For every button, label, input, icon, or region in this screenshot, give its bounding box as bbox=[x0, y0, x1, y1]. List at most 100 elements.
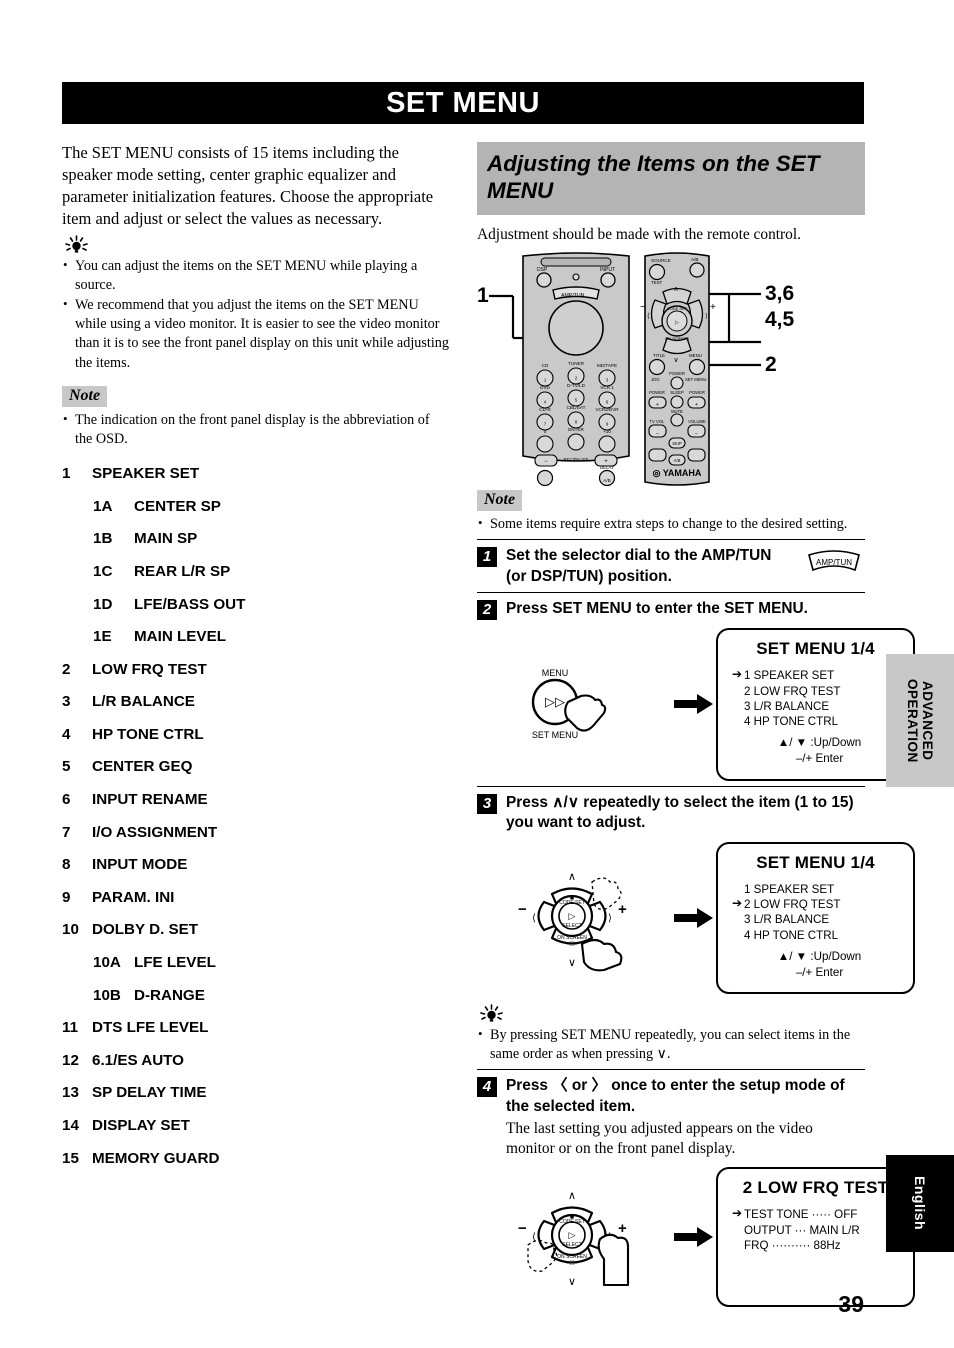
osd-line-text: 2 LOW FRQ TEST bbox=[744, 684, 841, 698]
side-tab-label: English bbox=[912, 1176, 928, 1231]
svg-text:SOURCE: SOURCE bbox=[651, 258, 671, 263]
osd-line: ➔ 2 LOW FRQ TEST bbox=[732, 896, 907, 912]
menu-item-label: MAIN LEVEL bbox=[134, 628, 226, 646]
menu-item-row: 10B D-RANGE bbox=[62, 987, 450, 1004]
svg-text:⟩: ⟩ bbox=[608, 913, 612, 924]
svg-text:A/B: A/B bbox=[674, 458, 681, 463]
svg-text:∧: ∧ bbox=[567, 871, 575, 883]
svg-text:REC/PAUSE: REC/PAUSE bbox=[563, 457, 588, 462]
menu-item-label: MAIN SP bbox=[134, 530, 198, 548]
svg-text:∨: ∨ bbox=[567, 1276, 575, 1288]
menu-item-number: 6 bbox=[62, 791, 71, 809]
svg-text:+: + bbox=[695, 402, 698, 408]
osd-cursor-arrow-icon: ➔ bbox=[732, 1206, 743, 1221]
svg-text:AMP/TUN: AMP/TUN bbox=[561, 293, 585, 299]
menu-item-row: 13 SP DELAY TIME bbox=[62, 1084, 450, 1101]
osd-line-text: 1 SPEAKER SET bbox=[744, 882, 835, 896]
flow-arrow-icon bbox=[672, 907, 716, 929]
menu-item-label: LOW FRQ TEST bbox=[92, 660, 207, 678]
osd-line-text: 1 SPEAKER SET bbox=[744, 669, 835, 683]
svg-text:⟩: ⟩ bbox=[705, 312, 708, 320]
menu-item-label: I/O ASSIGNMENT bbox=[92, 823, 218, 841]
step-divider bbox=[477, 1069, 865, 1071]
svg-text:SELECT: SELECT bbox=[562, 1242, 581, 1248]
svg-text:DSP: DSP bbox=[537, 267, 548, 273]
svg-text:■: ■ bbox=[569, 895, 573, 902]
amp-tun-dial-icon: AMP/TUN bbox=[803, 546, 865, 576]
step-text: Press ∧/∨ repeatedly to select the item … bbox=[506, 793, 854, 832]
osd-line: 4 HP TONE CTRL bbox=[744, 714, 907, 729]
menu-item-number: 13 bbox=[62, 1084, 79, 1102]
tip-item: You can adjust the items on the SET MENU… bbox=[62, 256, 450, 295]
svg-text:CD-R: CD-R bbox=[539, 407, 551, 412]
menu-item-label: MEMORY GUARD bbox=[92, 1149, 220, 1167]
osd-cursor-arrow-icon: ➔ bbox=[732, 667, 743, 682]
svg-text:POWER: POWER bbox=[649, 390, 665, 395]
svg-text:MD/TAPE: MD/TAPE bbox=[597, 363, 617, 368]
menu-item-number: 7 bbox=[62, 823, 71, 841]
svg-text:+: + bbox=[710, 302, 716, 313]
svg-text:D-TV/LD: D-TV/LD bbox=[567, 383, 586, 388]
osd-footer-line-2: –/+ Enter bbox=[795, 965, 844, 979]
svg-text:DELAY: DELAY bbox=[600, 465, 614, 470]
menu-item-label: DTS LFE LEVEL bbox=[92, 1019, 209, 1037]
menu-item-row: 1C REAR L/R SP bbox=[62, 563, 450, 580]
svg-text:−: − bbox=[640, 302, 646, 313]
svg-text:SET MENU: SET MENU bbox=[685, 377, 707, 382]
menu-item-number: 1B bbox=[93, 530, 113, 548]
lightbulb-icon bbox=[479, 1004, 505, 1024]
osd-line: 2 LOW FRQ TEST bbox=[744, 684, 907, 699]
set-menu-item-list: 1 SPEAKER SET 1A CENTER SP 1B MAIN SP 1C REA… bbox=[62, 465, 450, 1166]
menu-item-number: 9 bbox=[62, 888, 71, 906]
menu-item-label: REAR L/R SP bbox=[134, 562, 231, 580]
svg-text:∧: ∧ bbox=[673, 286, 678, 293]
page-title-bar: SET MENU bbox=[62, 82, 864, 124]
cursor-pad-graphic-right: ▷ SELECT CODE SET ON SCREEN ■ □ ∧ ∨ ⟨ ⟩ … bbox=[477, 1183, 672, 1291]
remote-callout-2: 2 bbox=[765, 353, 777, 377]
svg-text:DVD: DVD bbox=[540, 385, 550, 390]
osd-line: 1 SPEAKER SET bbox=[744, 882, 907, 897]
button-top-label: MENU bbox=[541, 668, 568, 678]
menu-item-number: 10 bbox=[62, 921, 79, 939]
menu-item-number: 14 bbox=[62, 1117, 79, 1134]
menu-item-label: LFE LEVEL bbox=[134, 954, 216, 972]
svg-text:INPUT: INPUT bbox=[600, 267, 615, 273]
osd-line-text: 3 L/R BALANCE bbox=[744, 699, 830, 713]
svg-text:−: − bbox=[544, 459, 548, 465]
side-tab-advanced-operation: ADVANCED OPERATION bbox=[886, 654, 954, 787]
svg-text:MUTE: MUTE bbox=[671, 409, 683, 414]
menu-item-number: 5 bbox=[62, 758, 71, 776]
menu-item-label: DOLBY D. SET bbox=[92, 921, 199, 939]
osd-line-text: 2 LOW FRQ TEST bbox=[744, 897, 841, 911]
menu-item-row: 1A CENTER SP bbox=[62, 498, 450, 515]
menu-item-label: L/R BALANCE bbox=[92, 693, 195, 711]
dial-label-text: AMP/TUN bbox=[816, 558, 852, 567]
osd-line-text: FRQ ·········· 88Hz bbox=[744, 1239, 841, 1253]
menu-item-label: 6.1/ES AUTO bbox=[92, 1051, 184, 1069]
note-item: Some items require extra steps to change… bbox=[477, 514, 865, 534]
step-subtext: The last setting you adjusted appears on… bbox=[506, 1120, 813, 1158]
menu-item-number: 4 bbox=[62, 725, 71, 743]
menu-item-number: 15 bbox=[62, 1149, 79, 1167]
osd-footer-line-2: –/+ Enter bbox=[795, 752, 844, 766]
svg-text:A/B: A/B bbox=[603, 478, 610, 483]
osd-body: ➔ TEST TONE ····· OFF OUTPUT ··· MAIN L/R… bbox=[724, 1206, 907, 1253]
osd-line-text: 4 HP TONE CTRL bbox=[744, 928, 839, 942]
menu-item-row: 1E MAIN LEVEL bbox=[62, 628, 450, 645]
menu-item-number: 10A bbox=[93, 954, 121, 972]
svg-text:+10: +10 bbox=[603, 429, 611, 434]
menu-item-number: 1D bbox=[93, 595, 113, 613]
pad-minus-label: − bbox=[518, 901, 527, 918]
menu-item-row: 14 DISPLAY SET bbox=[62, 1117, 450, 1134]
osd-line: ➔ TEST TONE ····· OFF bbox=[732, 1206, 907, 1222]
menu-item-label: DISPLAY SET bbox=[92, 1117, 190, 1134]
svg-text:VCR 1: VCR 1 bbox=[600, 385, 614, 390]
section-title: Adjusting the Items on the SET MENU bbox=[487, 151, 820, 203]
svg-text:SKIP: SKIP bbox=[672, 441, 682, 446]
osd-line: FRQ ·········· 88Hz bbox=[744, 1238, 907, 1253]
menu-item-number: 1A bbox=[93, 497, 113, 515]
menu-item-number: 1 bbox=[62, 465, 71, 483]
svg-text:JOG: JOG bbox=[651, 377, 660, 382]
step-3: 3 Press ∧/∨ repeatedly to select the ite… bbox=[477, 793, 865, 834]
step-text: Set the selector dial to the AMP/TUN (or… bbox=[506, 547, 772, 585]
